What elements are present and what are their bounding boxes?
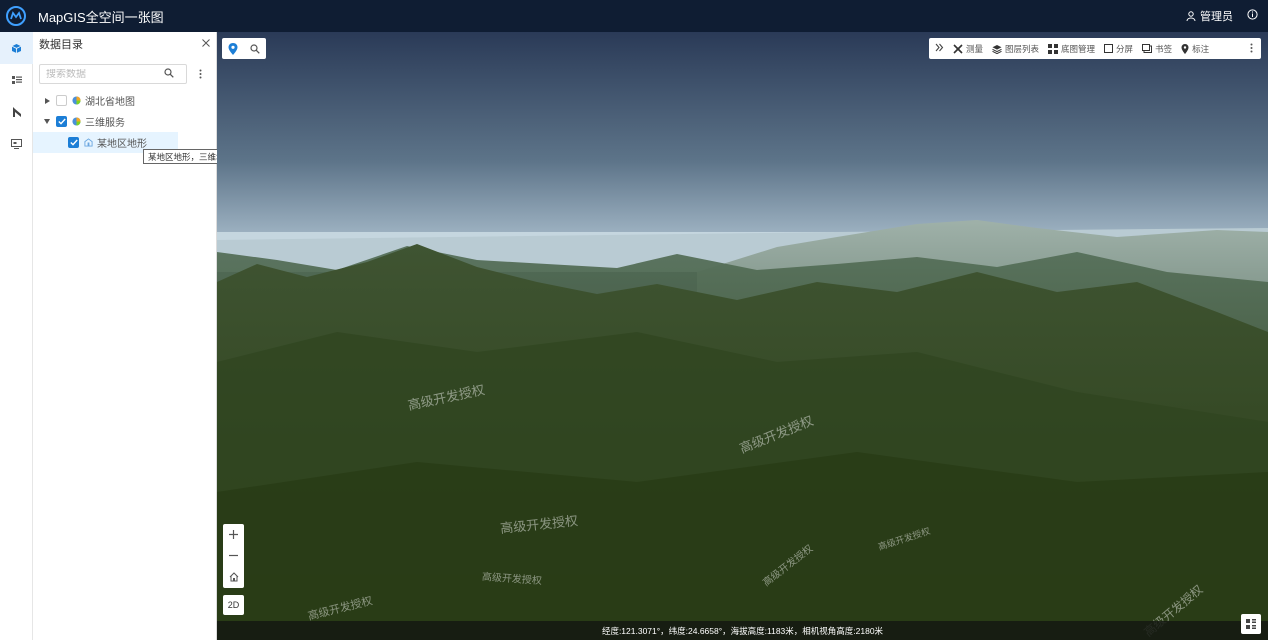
tool-label: 底图管理	[1061, 43, 1096, 54]
info-icon[interactable]	[1247, 9, 1258, 23]
list-icon	[11, 76, 22, 84]
rail-screen[interactable]	[0, 128, 33, 160]
satellite-icon	[953, 43, 963, 54]
tool-measure[interactable]: 测量	[953, 43, 983, 55]
zoom-out-button[interactable]	[223, 545, 244, 566]
terrain-scene	[217, 32, 1268, 640]
search-box	[39, 64, 187, 84]
checkbox-checked[interactable]	[68, 137, 79, 148]
more-options-icon[interactable]	[195, 69, 205, 79]
user-icon	[1186, 11, 1196, 21]
map-view[interactable]: 高级开发授权 高级开发授权 高级开发授权 高级开发授权 高级开发授权 高级开发授…	[217, 32, 1268, 640]
building-icon	[84, 138, 93, 147]
top-bar: MapGIS全空间一张图 管理员	[0, 0, 1268, 32]
pie-chart-icon	[72, 96, 81, 105]
zoom-in-button[interactable]	[223, 524, 244, 545]
checkbox[interactable]	[56, 95, 67, 106]
cube-icon	[11, 43, 22, 53]
search-icon[interactable]	[164, 67, 174, 81]
tool-layer-list[interactable]: 图层列表	[992, 43, 1039, 55]
left-rail	[0, 32, 33, 640]
caret-down-icon[interactable]	[42, 119, 52, 124]
tool-annotate[interactable]: 标注	[1181, 43, 1209, 55]
flag-icon	[12, 107, 21, 117]
more-options-icon[interactable]	[1250, 43, 1253, 55]
rail-legend[interactable]	[0, 64, 33, 96]
grid-icon	[1048, 43, 1059, 54]
user-label: 管理员	[1200, 11, 1233, 23]
tree-item-hubei[interactable]: 湖北省地图	[33, 90, 216, 111]
monitor-icon	[11, 139, 22, 149]
home-icon	[229, 571, 238, 581]
square-icon	[1104, 44, 1114, 53]
tree-item-label: 某地区地形	[97, 139, 147, 150]
app-title: MapGIS全空间一张图	[38, 9, 164, 25]
tool-label: 标注	[1192, 43, 1210, 54]
pie-chart-icon	[72, 117, 81, 126]
tool-bookmark[interactable]: 书签	[1142, 43, 1172, 55]
tree-item-label: 三维服务	[85, 118, 125, 129]
map-left-tools	[222, 38, 266, 59]
search-icon[interactable]	[244, 38, 266, 59]
data-catalog-panel: 数据目录 湖北省地图 三维服务 某地区地形	[33, 32, 217, 640]
checkbox-checked[interactable]	[56, 116, 67, 127]
tree-item-label: 湖北省地图	[85, 97, 135, 108]
layers-icon	[992, 44, 1002, 54]
tool-label: 书签	[1155, 43, 1173, 54]
caret-right-icon[interactable]	[42, 97, 52, 104]
user-menu[interactable]: 管理员	[1186, 8, 1233, 24]
tree-item-3d-services[interactable]: 三维服务	[33, 111, 216, 132]
grid-icon	[1246, 619, 1256, 629]
tool-basemap[interactable]: 底图管理	[1048, 43, 1095, 55]
map-toolbar: 测量 图层列表 底图管理 分屏 书签 标注	[929, 38, 1261, 59]
tool-label: 测量	[966, 43, 984, 54]
tool-label: 分屏	[1116, 43, 1134, 54]
app-logo-icon	[6, 6, 26, 26]
tool-split-screen[interactable]: 分屏	[1104, 43, 1133, 55]
home-button[interactable]	[223, 566, 244, 587]
search-input[interactable]	[46, 68, 164, 80]
double-chevron-right-icon[interactable]	[935, 43, 944, 54]
pin-icon	[1181, 43, 1189, 54]
panel-title: 数据目录	[39, 39, 83, 51]
zoom-controls	[223, 524, 244, 588]
bookmark-icon	[1142, 44, 1153, 53]
rail-data-catalog[interactable]	[0, 32, 33, 64]
2d-toggle-button[interactable]: 2D	[223, 595, 244, 615]
panel-header: 数据目录	[33, 32, 216, 56]
coordinate-status-bar: 经度:121.3071°，纬度:24.6658°，海拔高度:1183米，相机视角…	[217, 621, 1268, 640]
rail-analysis[interactable]	[0, 96, 33, 128]
tool-label: 图层列表	[1005, 43, 1040, 54]
close-icon[interactable]	[202, 38, 210, 50]
layout-toggle-button[interactable]	[1241, 614, 1261, 634]
location-pin-icon[interactable]	[222, 38, 244, 59]
